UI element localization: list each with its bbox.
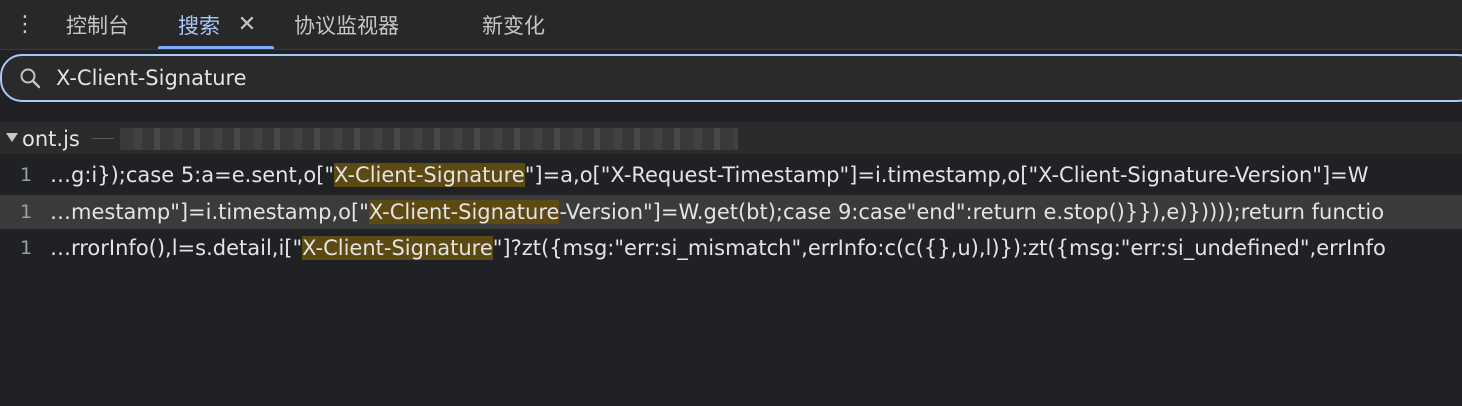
tab-protocol-monitor[interactable]: 协议监视器 — [294, 0, 399, 50]
line-number: 1 — [20, 164, 33, 186]
active-tab-indicator — [158, 46, 274, 49]
expand-triangle-icon[interactable] — [6, 133, 18, 142]
line-number: 1 — [20, 237, 33, 259]
result-text: …g:i});case 5:a=e.sent,o["X-Client-Signa… — [50, 163, 1369, 187]
match-highlight: X-Client-Signature — [368, 200, 560, 224]
separator — [92, 138, 114, 139]
search-result-row[interactable]: 1 …rrorInfo(),l=s.detail,i["X-Client-Sig… — [0, 231, 1462, 265]
file-name: ont.js — [22, 127, 80, 151]
close-icon[interactable]: ✕ — [236, 12, 258, 38]
result-text: …rrorInfo(),l=s.detail,i["X-Client-Signa… — [50, 236, 1386, 260]
blurred-file-path — [120, 128, 738, 150]
search-result-row[interactable]: 1 …g:i});case 5:a=e.sent,o["X-Client-Sig… — [0, 158, 1462, 192]
tab-search[interactable]: 搜索 — [178, 0, 220, 50]
match-highlight: X-Client-Signature — [334, 163, 525, 187]
line-number: 1 — [20, 201, 33, 223]
tab-whats-new[interactable]: 新变化 — [482, 0, 545, 50]
more-options-icon[interactable]: ⋮ — [14, 10, 36, 40]
search-result-row[interactable]: 1 …mestamp"]=i.timestamp,o["X-Client-Sig… — [0, 195, 1462, 229]
result-text: …mestamp"]=i.timestamp,o["X-Client-Signa… — [50, 200, 1385, 224]
search-icon — [20, 68, 41, 89]
match-highlight: X-Client-Signature — [302, 236, 493, 260]
tab-console[interactable]: 控制台 — [66, 0, 129, 50]
search-input[interactable] — [56, 62, 1436, 94]
